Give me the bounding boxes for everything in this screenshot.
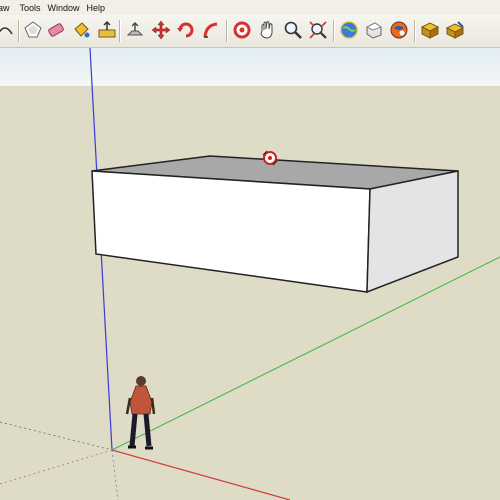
person-figure — [125, 376, 156, 450]
rotate-icon — [177, 22, 194, 38]
eraser-icon — [48, 23, 64, 37]
orbit-icon — [233, 21, 251, 39]
move-icon — [151, 20, 171, 40]
blue-axis-dotted — [111, 449, 119, 500]
extension-icon — [445, 21, 465, 39]
arc-tool-button[interactable] — [0, 19, 16, 41]
move-button[interactable] — [150, 19, 172, 41]
follow-me-button[interactable] — [200, 19, 222, 41]
zoom-icon — [284, 21, 302, 39]
components-button[interactable] — [419, 19, 441, 41]
push-pull-2-button[interactable] — [124, 19, 146, 41]
pan-button[interactable] — [256, 19, 278, 41]
shape-tool-button[interactable] — [22, 19, 44, 41]
green-axis-dotted — [0, 421, 113, 451]
eraser-button[interactable] — [45, 19, 67, 41]
push-pull-icon — [98, 20, 116, 38]
modeling-viewport[interactable] — [0, 48, 500, 500]
share-model-icon — [365, 22, 383, 39]
push-pull-icon — [126, 22, 144, 36]
follow-me-icon — [203, 22, 218, 38]
paint-bucket-icon — [74, 22, 90, 38]
menu-bar: raw Tools Window Help — [0, 0, 500, 16]
toolbar — [0, 15, 500, 48]
pan-icon — [260, 21, 273, 39]
share-component-button[interactable] — [388, 19, 410, 41]
rotate-button[interactable] — [175, 19, 197, 41]
menu-help[interactable]: Help — [87, 3, 113, 13]
arc-tool-icon — [0, 27, 13, 35]
red-axis — [111, 449, 291, 500]
share-component-icon — [390, 21, 408, 39]
zoom-extents-button[interactable] — [307, 19, 329, 41]
menu-draw[interactable]: raw — [0, 3, 20, 13]
menu-tools[interactable]: Tools — [20, 3, 48, 13]
get-models-button[interactable] — [338, 19, 360, 41]
red-axis-dotted — [0, 449, 113, 485]
orbit-cursor — [262, 150, 278, 166]
get-models-icon — [340, 21, 358, 39]
shape-tool-icon — [24, 21, 42, 38]
box-side-face — [366, 170, 459, 294]
paint-bucket-button[interactable] — [70, 19, 92, 41]
components-icon — [420, 22, 440, 39]
zoom-extents-icon — [309, 21, 327, 39]
green-axis — [111, 256, 500, 451]
menu-window[interactable]: Window — [48, 3, 87, 13]
push-pull-button[interactable] — [96, 19, 118, 41]
zoom-button[interactable] — [282, 19, 304, 41]
extension-button[interactable] — [444, 19, 466, 41]
box-front-face — [91, 170, 371, 293]
share-model-button[interactable] — [363, 19, 385, 41]
orbit-button[interactable] — [231, 19, 253, 41]
